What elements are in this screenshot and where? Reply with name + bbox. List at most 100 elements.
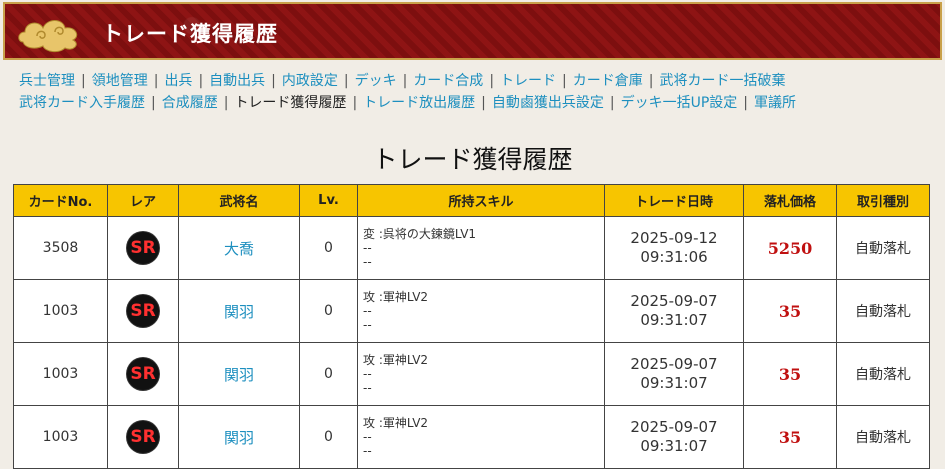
rarity-cell: SR	[107, 279, 179, 343]
winning-price: 5250	[743, 216, 837, 280]
table-row: 1003 SR 関羽 0 攻 :軍神LV2 -- -- 2025-09-07 09:31:07 3…	[13, 405, 930, 469]
trade-time: 09:31:07	[640, 437, 708, 455]
col-trade-date: トレード日時	[604, 184, 744, 217]
nav-separator: |	[402, 73, 408, 89]
nav-link[interactable]: 出兵	[164, 73, 192, 89]
skills-cell: 攻 :軍神LV2 -- --	[357, 405, 605, 469]
skill-2: --	[363, 241, 372, 255]
nav-row-1: 兵士管理 | 領地管理 | 出兵 | 自動出兵 | 内政設定 | デッキ | カード合成 | トレード | カー…	[19, 70, 929, 92]
card-no: 3508	[13, 216, 108, 280]
nav-separator: |	[81, 73, 86, 89]
col-lv: Lv.	[299, 184, 358, 217]
card-no: 1003	[13, 279, 108, 343]
card-no: 1003	[13, 405, 108, 469]
nav-link[interactable]: 武将カード一括破棄	[659, 73, 785, 89]
trade-datetime: 2025-09-07 09:31:07	[604, 279, 744, 343]
nav-row-2: 武将カード入手履歴 | 合成履歴 | トレード獲得履歴 | トレード放出履歴 | 自動鹵獲出兵設…	[19, 92, 929, 114]
cloud-logo-icon	[18, 20, 78, 53]
winning-price: 35	[743, 342, 837, 406]
level: 0	[299, 342, 358, 406]
skill-1: 変 :呉将の大鍊鏡LV1	[363, 227, 477, 241]
nav-link[interactable]: 領地管理	[92, 73, 148, 89]
rarity-cell: SR	[107, 216, 179, 280]
trade-datetime: 2025-09-07 09:31:07	[604, 405, 744, 469]
nav-separator: |	[489, 73, 495, 89]
col-trade-type: 取引種別	[836, 184, 930, 217]
level: 0	[299, 405, 358, 469]
general-name-link[interactable]: 大喬	[178, 216, 300, 280]
level: 0	[299, 216, 358, 280]
skills-cell: 攻 :軍神LV2 -- --	[357, 342, 605, 406]
nav-link[interactable]: カード倉庫	[573, 73, 643, 89]
col-price: 落札価格	[743, 184, 837, 217]
trade-time: 09:31:06	[640, 248, 708, 266]
nav-link[interactable]: 武将カード入手履歴	[19, 95, 145, 111]
col-card-no: カードNo.	[13, 184, 108, 217]
table-row: 3508 SR 大喬 0 変 :呉将の大鍊鏡LV1 -- -- 2025-09-12 09:31…	[13, 216, 930, 280]
col-name: 武将名	[178, 184, 300, 217]
rarity-badge: SR	[127, 232, 159, 264]
skill-3: --	[363, 255, 372, 269]
nav-separator: |	[648, 73, 654, 89]
general-name-link[interactable]: 関羽	[178, 342, 300, 406]
skill-2: --	[363, 367, 372, 381]
skill-1: 攻 :軍神LV2	[363, 353, 429, 367]
skill-1: 攻 :軍神LV2	[363, 416, 429, 430]
table-header-row: カードNo. レア 武将名 Lv. 所持スキル トレード日時 落札価格 取引種別	[13, 184, 930, 217]
rarity-cell: SR	[107, 342, 179, 406]
skill-3: --	[363, 444, 372, 458]
trade-date: 2025-09-07	[630, 292, 718, 310]
skill-3: --	[363, 381, 372, 395]
winning-price: 35	[743, 279, 837, 343]
trade-datetime: 2025-09-07 09:31:07	[604, 342, 744, 406]
nav-link[interactable]: 内政設定	[282, 73, 338, 89]
header-title: トレード獲得履歴	[102, 22, 278, 46]
trade-date: 2025-09-07	[630, 355, 718, 373]
nav-separator: |	[153, 73, 159, 89]
trade-type: 自動落札	[836, 405, 930, 469]
general-name-link[interactable]: 関羽	[178, 405, 300, 469]
nav-separator: |	[609, 95, 615, 111]
trade-datetime: 2025-09-12 09:31:06	[604, 216, 744, 280]
nav-link[interactable]: 自動出兵	[209, 73, 265, 89]
skill-3: --	[363, 318, 372, 332]
skills-cell: 攻 :軍神LV2 -- --	[357, 279, 605, 343]
nav-link[interactable]: デッキ	[355, 73, 397, 89]
page-title: トレード獲得履歴	[372, 145, 573, 174]
nav-link[interactable]: デッキ一括UP設定	[621, 95, 738, 111]
nav-link[interactable]: トレード	[500, 73, 556, 89]
nav-link[interactable]: 軍議所	[754, 95, 796, 111]
nav-link[interactable]: 合成履歴	[162, 95, 218, 111]
nav-separator: |	[198, 73, 204, 89]
winning-price: 35	[743, 405, 837, 469]
card-no: 1003	[13, 342, 108, 406]
trade-history-table: カードNo. レア 武将名 Lv. 所持スキル トレード日時 落札価格 取引種別…	[13, 184, 930, 469]
nav-link[interactable]: トレード放出履歴	[363, 95, 475, 111]
skills-cell: 変 :呉将の大鍊鏡LV1 -- --	[357, 216, 605, 280]
table-row: 1003 SR 関羽 0 攻 :軍神LV2 -- -- 2025-09-07 09:31:07 3…	[13, 279, 930, 343]
trade-type: 自動落札	[836, 216, 930, 280]
page-header: トレード獲得履歴	[3, 2, 942, 60]
table-row: 1003 SR 関羽 0 攻 :軍神LV2 -- -- 2025-09-07 09:31:07 3…	[13, 342, 930, 406]
nav-link[interactable]: カード合成	[413, 73, 483, 89]
nav-separator: |	[151, 95, 156, 111]
nav-separator: |	[481, 95, 486, 111]
col-skill: 所持スキル	[357, 184, 605, 217]
nav-link[interactable]: 自動鹵獲出兵設定	[492, 95, 604, 111]
nav-link[interactable]: 兵士管理	[19, 73, 75, 89]
skill-2: --	[363, 430, 372, 444]
col-rarity: レア	[107, 184, 179, 217]
rarity-badge: SR	[127, 358, 159, 390]
rarity-badge: SR	[127, 295, 159, 327]
general-name-link[interactable]: 関羽	[178, 279, 300, 343]
nav-separator: |	[352, 95, 358, 111]
nav-separator: |	[223, 95, 229, 111]
trade-date: 2025-09-07	[630, 418, 718, 436]
skill-1: 攻 :軍神LV2	[363, 290, 429, 304]
trade-type: 自動落札	[836, 342, 930, 406]
rarity-cell: SR	[107, 405, 179, 469]
trade-date: 2025-09-12	[630, 229, 718, 247]
skill-2: --	[363, 304, 372, 318]
nav-item-current: トレード獲得履歴	[234, 95, 347, 111]
trade-type: 自動落札	[836, 279, 930, 343]
